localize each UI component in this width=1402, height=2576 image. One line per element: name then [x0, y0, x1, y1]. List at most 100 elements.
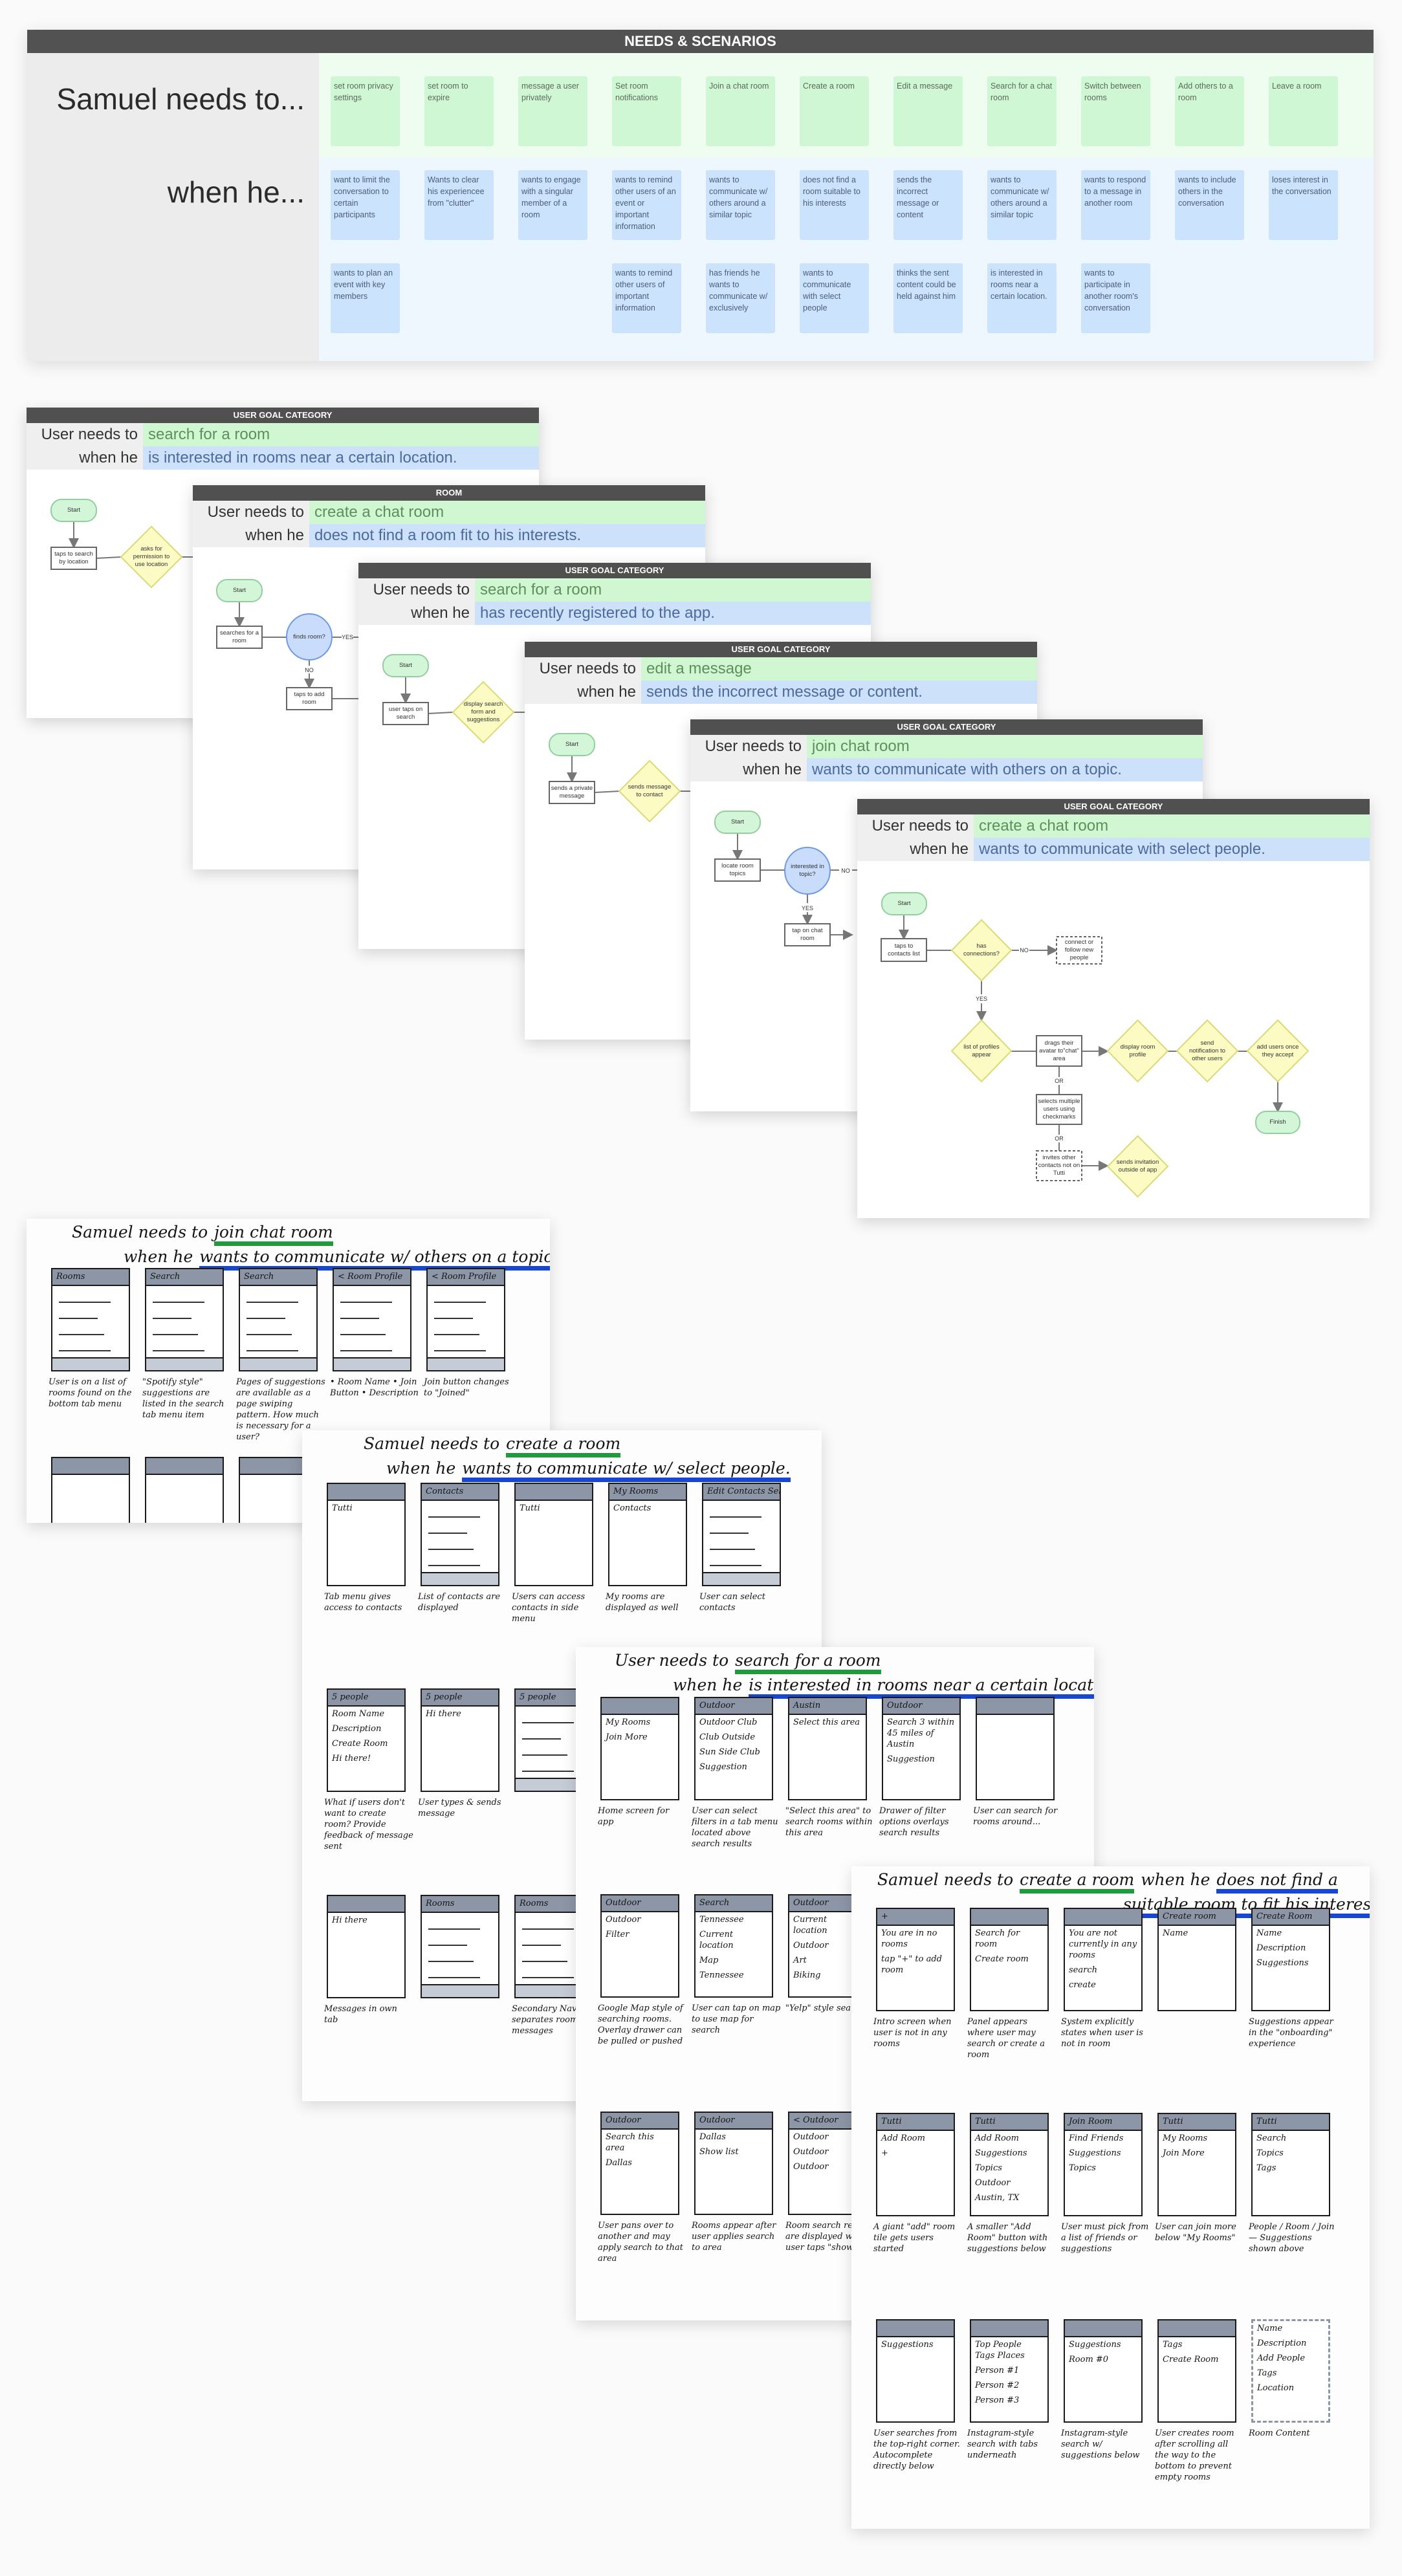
screen-text: Name — [1163, 1928, 1188, 1938]
need-card[interactable]: Join a chat room — [706, 76, 775, 146]
screen-header: Edit Contacts Select — [703, 1484, 780, 1501]
screen-header — [877, 2320, 954, 2337]
screen-header: Rooms — [52, 1269, 129, 1286]
screen-header — [1065, 2320, 1141, 2337]
screen-caption: Intro screen when user is not in any roo… — [873, 2017, 952, 2049]
need-card[interactable]: set room privacy settings — [331, 76, 400, 146]
flow-node-label: searches for a room — [219, 629, 259, 644]
screen-text: Search this area — [606, 2132, 654, 2153]
need-card[interactable]: Create a room — [800, 76, 869, 146]
tab-bar — [703, 1572, 780, 1585]
screen-header: 5 people — [328, 1690, 404, 1707]
sketch-screen: Search — [239, 1268, 318, 1371]
flow-node-diamond: sends invitation outside of app — [1106, 1135, 1169, 1198]
screen-text: Search 3 within 45 miles of Austin — [887, 1718, 955, 1749]
screen-text: Sun Side Club — [699, 1747, 760, 1757]
sketch-line — [710, 1533, 749, 1534]
screen-text: Create room — [975, 1954, 1029, 1964]
scenario-card[interactable]: wants to communicate with select people — [800, 263, 869, 333]
scenario-card[interactable]: wants to include others in the conversat… — [1175, 170, 1244, 240]
title-text: Samuel needs to — [72, 1223, 208, 1241]
screen-text: Search — [1256, 2134, 1287, 2143]
screen-text: Hi there — [426, 1709, 461, 1719]
sketch-screen: Tutti Add Room + — [876, 2113, 955, 2216]
scenario-card[interactable]: wants to communicate w/ others around a … — [706, 170, 775, 240]
flow-node-label: Finish — [1269, 1119, 1286, 1126]
sketch-line — [710, 1565, 761, 1566]
screen-caption: User can tap on map to use map for searc… — [692, 2003, 781, 2035]
scenario-card[interactable]: loses interest in the conversation — [1269, 170, 1338, 240]
scenario-card[interactable]: wants to communicate w/ others around a … — [987, 170, 1057, 240]
screen-caption: User can search for rooms around... — [973, 1806, 1058, 1827]
need-card[interactable]: Leave a room — [1269, 76, 1338, 146]
screen-text: My Rooms — [1163, 2134, 1208, 2143]
sketch-screen — [976, 1697, 1055, 1800]
scenario-card[interactable]: wants to remind other users of important… — [612, 263, 681, 333]
screen-text: Description — [1257, 2339, 1307, 2348]
screen-text: Description — [332, 1724, 382, 1734]
screen-header: Create room — [1159, 1909, 1235, 1926]
scenario-card[interactable]: wants to participate in another room's c… — [1081, 263, 1150, 333]
screen-caption: User types & sends message — [418, 1798, 501, 1818]
screen-text: Outdoor Club — [699, 1718, 758, 1727]
screen-text: Topics — [1069, 2163, 1096, 2173]
scenario-card[interactable]: sends the incorrect message or content — [893, 170, 963, 240]
need-card[interactable]: Switch between rooms — [1081, 76, 1150, 146]
flow-node-label: taps to add room — [294, 691, 325, 706]
scenario-card[interactable]: wants to plan an event with key members — [331, 263, 400, 333]
scenario-card[interactable]: does not find a room suitable to his int… — [800, 170, 869, 240]
screen-header — [1159, 2320, 1235, 2337]
need-card[interactable]: message a user privately — [518, 76, 587, 146]
screen-caption: User can join more below "My Rooms" — [1155, 2222, 1236, 2243]
tab-bar — [240, 1357, 316, 1370]
branch-label: OR — [1055, 1078, 1064, 1084]
screen-header — [146, 1458, 223, 1475]
sketch-line — [428, 1565, 480, 1566]
screen-text: Find Friends — [1069, 2134, 1124, 2143]
need-card[interactable]: Add others to a room — [1175, 76, 1244, 146]
scenario-card[interactable]: thinks the sent content could be held ag… — [893, 263, 963, 333]
screen-text: Name — [1257, 2324, 1283, 2333]
sketch-line — [153, 1350, 204, 1351]
scenario-card[interactable]: wants to respond to a message in another… — [1081, 170, 1150, 240]
scenario-card[interactable]: Wants to clear his experiencee from "clu… — [424, 170, 494, 240]
screen-header: Tutti — [1159, 2114, 1235, 2131]
sketch-line — [153, 1302, 204, 1303]
screen-text: Add People — [1257, 2353, 1306, 2363]
sketch-line — [153, 1334, 198, 1335]
screen-caption: User creates room after scrolling all th… — [1155, 2429, 1234, 2482]
screen-header — [328, 1896, 404, 1913]
need-card[interactable]: Edit a message — [893, 76, 963, 146]
screen-text: You are in no rooms — [881, 1928, 937, 1949]
scenario-card[interactable]: is interested in rooms near a certain lo… — [987, 263, 1057, 333]
flow-node-label: drags their avatar to"chat" area — [1039, 1039, 1079, 1062]
scenario-card[interactable]: wants to engage with a singular member o… — [518, 170, 587, 240]
scenario-card[interactable]: wants to remind other users of an event … — [612, 170, 681, 240]
need-card[interactable]: set room to expire — [424, 76, 494, 146]
flow-node-label: Start — [399, 662, 413, 669]
screen-header: Outdoor — [602, 2113, 678, 2130]
screen-caption: A giant "add" room tile gets users start… — [873, 2222, 956, 2254]
screen-header: < Room Profile — [334, 1269, 410, 1286]
flow-node-label: selects multiple users using checkmarks — [1038, 1098, 1080, 1120]
sketch-line — [710, 1549, 755, 1550]
scenario-card[interactable]: has friends he wants to communicate w/ e… — [706, 263, 775, 333]
screen-text: Suggestions — [1256, 1958, 1309, 1968]
screen-caption: User is on a list of rooms found on the … — [49, 1377, 132, 1409]
sketch-line — [428, 1533, 467, 1534]
screen-caption: Suggestions appear in the "onboarding" e… — [1249, 2017, 1333, 2049]
sketch-title-line: Samuel needs to join chat room — [72, 1223, 340, 1246]
scenario-card[interactable]: want to limit the conversation to certai… — [331, 170, 400, 240]
flow-node-label: invites other contacts not on Tutti — [1038, 1154, 1080, 1177]
screen-text: Person #2 — [975, 2381, 1020, 2390]
need-card[interactable]: Search for a chat room — [987, 76, 1057, 146]
sketch-screen: 5 people Hi there — [421, 1688, 499, 1792]
screen-text: Select this area — [793, 1718, 860, 1727]
flow-node-box: tap on chat room — [784, 923, 831, 946]
sketch-line — [59, 1318, 98, 1319]
sketch-screen: Tutti Search Topics Tags — [1251, 2113, 1330, 2216]
sketch-line — [522, 1771, 574, 1772]
screen-header: Outdoor — [696, 2113, 772, 2130]
screen-caption: User can select contacts — [699, 1592, 765, 1613]
need-card[interactable]: Set room notifications — [612, 76, 681, 146]
